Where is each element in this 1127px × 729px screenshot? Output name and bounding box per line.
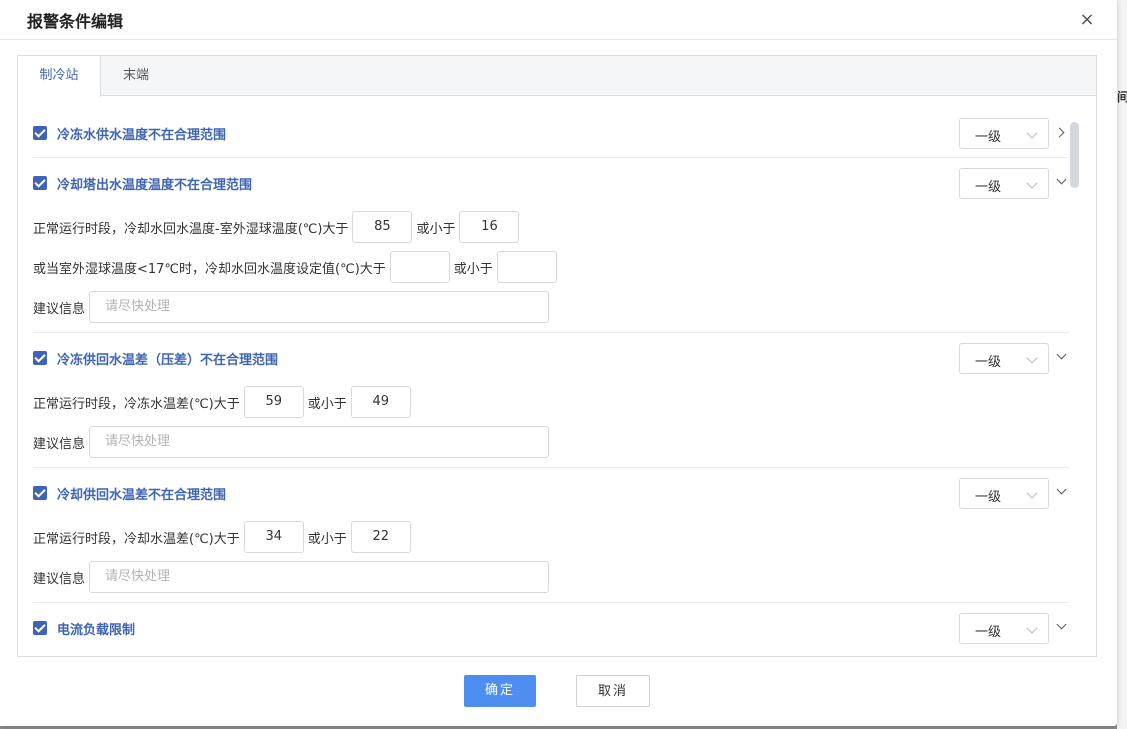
advice-label: 建议信息 <box>33 301 86 317</box>
advice-row: 建议信息 请尽快处理 <box>33 561 550 593</box>
divider <box>33 157 1069 158</box>
level-value: 一级 <box>975 625 1002 640</box>
advice-row: 建议信息 请尽快处理 <box>33 426 550 458</box>
chevron-down-icon[interactable] <box>1056 176 1068 188</box>
alarm-checkbox[interactable] <box>33 351 47 365</box>
alarm-checkbox[interactable] <box>33 126 47 140</box>
divider <box>33 332 1069 333</box>
upper-threshold-input[interactable] <box>389 251 450 283</box>
background-page: 间 <box>1117 0 1127 729</box>
tab-refrigeration-station[interactable]: 制冷站 <box>18 56 101 97</box>
chevron-right-icon[interactable] <box>1056 126 1068 138</box>
advice-row: 建议信息 请尽快处理 <box>33 291 550 323</box>
alarm-item-header: 冷却塔出水温度温度不在合理范围 一级 <box>33 168 1069 199</box>
chevron-down-icon[interactable] <box>1056 621 1068 633</box>
alarm-title: 冷冻水供水温度不在合理范围 <box>57 128 227 143</box>
lower-threshold-input[interactable] <box>496 251 557 283</box>
tab-bar: 制冷站 末端 <box>18 56 1096 97</box>
advice-label: 建议信息 <box>33 436 86 452</box>
chevron-down-icon <box>1026 177 1038 189</box>
lower-threshold-input[interactable]: 22 <box>350 521 411 553</box>
alarm-condition-dialog: 报警条件编辑 × 制冷站 末端 冷冻水供水温度不在合理范围 一级 冷却塔出水温度… <box>0 0 1117 726</box>
lower-threshold-input[interactable]: 16 <box>459 211 520 243</box>
level-select[interactable]: 一级 <box>959 343 1049 374</box>
alarm-item: 冷却供回水温差不在合理范围 一级 正常运行时段，冷却水温差(℃)大于 34 或小… <box>33 478 1069 593</box>
condition-row: 正常运行时段，冷却水温差(℃)大于 34 或小于 22 <box>33 521 415 553</box>
alarm-item-header: 冷冻水供水温度不在合理范围 一级 <box>33 118 1069 149</box>
divider <box>33 467 1069 468</box>
or-less-than-label: 或小于 <box>307 396 347 412</box>
or-less-than-label: 或小于 <box>307 531 347 547</box>
alarm-item: 冷却塔出水温度温度不在合理范围 一级 正常运行时段，冷却水回水温度-室外湿球温度… <box>33 168 1069 323</box>
level-value: 一级 <box>975 355 1002 370</box>
close-icon[interactable]: × <box>1079 11 1095 29</box>
alarm-list: 冷冻水供水温度不在合理范围 一级 冷却塔出水温度温度不在合理范围 一级 正常运行… <box>18 96 1096 656</box>
upper-threshold-input[interactable]: 85 <box>352 211 413 243</box>
scrollbar-thumb[interactable] <box>1070 122 1079 188</box>
alarm-item: 冷冻供回水温差（压差）不在合理范围 一级 正常运行时段，冷冻水温差(℃)大于 5… <box>33 343 1069 458</box>
condition-label: 或当室外湿球温度<17℃时，冷却水回水温度设定值(℃)大于 <box>33 261 386 277</box>
confirm-button[interactable]: 确定 <box>464 675 536 707</box>
advice-input[interactable]: 请尽快处理 <box>89 561 550 593</box>
chevron-down-icon <box>1026 352 1038 364</box>
condition-label: 正常运行时段，冷却水回水温度-室外湿球温度(℃)大于 <box>33 221 349 237</box>
upper-threshold-input[interactable]: 34 <box>243 521 304 553</box>
alarm-item-header: 冷冻供回水温差（压差）不在合理范围 一级 <box>33 343 1069 374</box>
advice-input[interactable]: 请尽快处理 <box>89 291 550 323</box>
tab-panel: 制冷站 末端 冷冻水供水温度不在合理范围 一级 冷却塔出水温度温度不在合理范围 … <box>17 55 1097 657</box>
tab-terminal[interactable]: 末端 <box>101 56 171 96</box>
advice-label: 建议信息 <box>33 571 86 587</box>
chevron-down-icon <box>1026 127 1038 139</box>
condition-label: 正常运行时段，冷却水温差(℃)大于 <box>33 531 240 547</box>
divider <box>33 602 1069 603</box>
alarm-checkbox[interactable] <box>33 176 47 190</box>
condition-row: 或当室外湿球温度<17℃时，冷却水回水温度设定值(℃)大于 或小于 <box>33 251 561 283</box>
alarm-item-header: 电流负载限制 一级 <box>33 613 1069 644</box>
or-less-than-label: 或小于 <box>416 221 456 237</box>
level-value: 一级 <box>975 490 1002 505</box>
alarm-item: 电流负载限制 一级 <box>33 613 1069 644</box>
cancel-button[interactable]: 取消 <box>576 675 650 707</box>
dialog-header: 报警条件编辑 × <box>0 0 1117 40</box>
alarm-title: 冷冻供回水温差（压差）不在合理范围 <box>57 353 279 368</box>
condition-row: 正常运行时段，冷却水回水温度-室外湿球温度(℃)大于 85 或小于 16 <box>33 211 523 243</box>
alarm-title: 冷却供回水温差不在合理范围 <box>57 488 227 503</box>
background-header-fragment: 间 <box>1117 90 1127 104</box>
alarm-item-header: 冷却供回水温差不在合理范围 一级 <box>33 478 1069 509</box>
alarm-title: 冷却塔出水温度温度不在合理范围 <box>57 178 253 193</box>
level-select[interactable]: 一级 <box>959 168 1049 199</box>
alarm-checkbox[interactable] <box>33 621 47 635</box>
level-select[interactable]: 一级 <box>959 118 1049 149</box>
level-select[interactable]: 一级 <box>959 478 1049 509</box>
level-select[interactable]: 一级 <box>959 613 1049 644</box>
chevron-down-icon[interactable] <box>1056 486 1068 498</box>
advice-input[interactable]: 请尽快处理 <box>89 426 550 458</box>
condition-row: 正常运行时段，冷冻水温差(℃)大于 59 或小于 49 <box>33 386 415 418</box>
upper-threshold-input[interactable]: 59 <box>243 386 304 418</box>
alarm-title: 电流负载限制 <box>57 623 136 638</box>
alarm-checkbox[interactable] <box>33 486 47 500</box>
level-value: 一级 <box>975 180 1002 195</box>
dialog-title: 报警条件编辑 <box>27 12 124 31</box>
chevron-down-icon <box>1026 487 1038 499</box>
chevron-down-icon <box>1026 622 1038 634</box>
condition-label: 正常运行时段，冷冻水温差(℃)大于 <box>33 396 240 412</box>
alarm-item: 冷冻水供水温度不在合理范围 一级 <box>33 118 1069 149</box>
lower-threshold-input[interactable]: 49 <box>350 386 411 418</box>
chevron-down-icon[interactable] <box>1056 351 1068 363</box>
or-less-than-label: 或小于 <box>453 261 493 277</box>
level-value: 一级 <box>975 130 1002 145</box>
